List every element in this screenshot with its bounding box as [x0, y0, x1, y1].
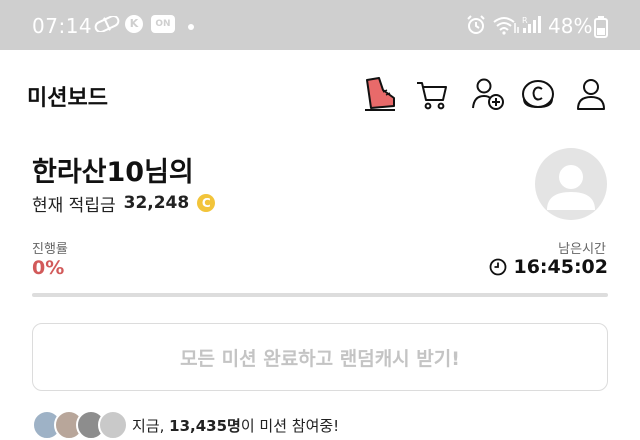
participants-suffix: 이 미션 참여중!: [240, 416, 340, 435]
profile-icon[interactable]: [573, 76, 609, 112]
clock-icon: [490, 258, 507, 276]
participant-avatar: [98, 410, 128, 440]
alarm-icon: [467, 15, 485, 34]
progress-label: 진행률: [32, 242, 68, 257]
wifi-icon: [493, 17, 519, 35]
progress-bar: [32, 293, 608, 297]
cart-icon[interactable]: [414, 76, 450, 112]
battery-text: 48%: [548, 14, 593, 38]
participants-banner: 지금, 13,435명이 미션 참여중!: [32, 410, 339, 440]
cash-coin-icon: C: [197, 194, 216, 212]
user-greeting: 한라산10님의: [32, 157, 194, 188]
signal-icon: R: [522, 16, 541, 33]
remaining-time-label: 남은시간: [558, 242, 606, 257]
random-cash-reward-button[interactable]: 모든 미션 완료하고 랜덤캐시 받기!: [32, 323, 608, 391]
points-value: 32,248: [123, 193, 190, 213]
participants-count: 13,435명: [169, 416, 241, 435]
status-time: 07:14: [32, 14, 93, 38]
notification-dot-icon: [188, 24, 194, 30]
participant-avatars: [32, 410, 128, 440]
participants-prefix: 지금,: [132, 416, 165, 435]
mission-shoe-icon[interactable]: [361, 76, 397, 112]
pill-icon: [94, 16, 120, 32]
add-friend-icon[interactable]: [470, 76, 506, 112]
on-badge-icon: ON: [151, 15, 175, 33]
page-title: 미션보드: [27, 86, 108, 111]
remaining-time: 16:45:02: [489, 256, 608, 278]
points-summary: 현재 적립금 32,248 C: [32, 190, 216, 216]
battery-icon: [594, 16, 608, 38]
participants-text: 지금, 13,435명이 미션 참여중!: [132, 415, 339, 436]
svg-text:R: R: [522, 16, 528, 25]
app-header: 미션보드: [0, 50, 640, 140]
coin-icon[interactable]: [520, 76, 556, 112]
status-bar: 07:14 K ON R 48%: [0, 0, 640, 50]
progress-value: 0%: [32, 257, 65, 279]
avatar-placeholder-icon: [547, 165, 595, 210]
kakao-k-icon: K: [125, 15, 143, 33]
points-label: 현재 적립금: [32, 195, 116, 216]
remaining-time-value: 16:45:02: [513, 256, 608, 278]
avatar[interactable]: [535, 148, 607, 220]
